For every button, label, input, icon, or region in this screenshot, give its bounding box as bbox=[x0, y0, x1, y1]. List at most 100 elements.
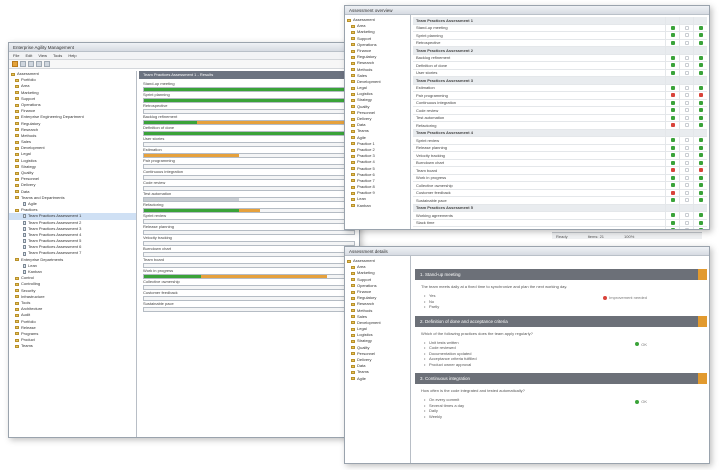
result-bar: Estimation bbox=[143, 147, 355, 158]
result-bar: Refactoring bbox=[143, 202, 355, 213]
expand-tag-icon[interactable] bbox=[698, 373, 707, 384]
check-icon bbox=[698, 123, 703, 128]
table-cell bbox=[679, 189, 693, 196]
table-row[interactable]: Continuous integration bbox=[413, 99, 707, 107]
save-icon[interactable] bbox=[28, 61, 34, 67]
folder-icon bbox=[351, 80, 355, 84]
table-row[interactable]: Collective ownership bbox=[413, 182, 707, 190]
folder-icon bbox=[351, 321, 355, 325]
folder-icon bbox=[351, 142, 355, 146]
menu-item[interactable]: File bbox=[13, 52, 19, 59]
tree-item[interactable]: Teams bbox=[9, 343, 136, 349]
result-bar: Burndown chart bbox=[143, 246, 355, 257]
table-cell bbox=[693, 114, 707, 121]
table-row[interactable]: Sprint planning bbox=[413, 32, 707, 40]
question-title-text: 2. Definition of done and acceptance cri… bbox=[420, 318, 508, 324]
table-row[interactable]: Slack time bbox=[413, 219, 707, 227]
empty-icon bbox=[684, 85, 689, 90]
folder-icon bbox=[351, 352, 355, 356]
table-row[interactable]: Team Practices Assessment 4 bbox=[413, 129, 707, 137]
check-icon bbox=[670, 25, 675, 30]
table-row[interactable]: Sprint review bbox=[413, 137, 707, 145]
table-cell bbox=[693, 197, 707, 204]
table-row[interactable]: Velocity tracking bbox=[413, 152, 707, 160]
folder-icon bbox=[351, 179, 355, 183]
table-row[interactable]: Pair programming bbox=[413, 92, 707, 100]
table-row[interactable]: Definition of done bbox=[413, 62, 707, 70]
folder-icon bbox=[351, 327, 355, 331]
main-tree[interactable]: Assessment Portfolio Area Marketing Support O… bbox=[9, 71, 137, 437]
table-row[interactable]: Test automation bbox=[413, 114, 707, 122]
table-row[interactable]: Backlog refinement bbox=[413, 54, 707, 62]
table-row[interactable]: Code review bbox=[413, 107, 707, 115]
detail-tree[interactable]: Assessment Area Marketing Support Operations… bbox=[345, 256, 411, 463]
answer-option[interactable]: Partly bbox=[415, 304, 707, 310]
expand-tag-icon[interactable] bbox=[698, 269, 707, 280]
table-cell bbox=[679, 39, 693, 46]
new-icon[interactable] bbox=[12, 61, 18, 67]
main-window: Enterprise Agility Management File Edit Vi… bbox=[8, 42, 360, 438]
tree-item[interactable]: Agile bbox=[345, 376, 410, 382]
table-cell-name: Backlog refinement bbox=[416, 55, 451, 61]
table-cell bbox=[679, 167, 693, 174]
table-row[interactable]: Innovation bbox=[413, 227, 707, 229]
table-cell bbox=[693, 219, 707, 226]
table-row[interactable]: Team Practices Assessment 2 bbox=[413, 47, 707, 55]
table-row[interactable]: Work in progress bbox=[413, 174, 707, 182]
folder-icon bbox=[351, 61, 355, 65]
table-row[interactable]: Retrospective bbox=[413, 39, 707, 47]
menu-item[interactable]: Tools bbox=[53, 52, 62, 59]
menu-item[interactable]: Edit bbox=[25, 52, 32, 59]
grid-tree[interactable]: Assessment Area Marketing Support Operations… bbox=[345, 15, 411, 229]
table-cell-name: Estimation bbox=[416, 85, 435, 91]
result-bar: Stand-up meeting bbox=[143, 81, 355, 92]
table-cell bbox=[693, 92, 707, 99]
result-note: OK bbox=[635, 399, 647, 404]
table-row[interactable]: Refactoring bbox=[413, 122, 707, 130]
table-cell-name: User stories bbox=[416, 70, 438, 76]
table-cell bbox=[693, 174, 707, 181]
menu-item[interactable]: View bbox=[38, 52, 47, 59]
tree-item[interactable]: Kanban bbox=[345, 203, 410, 209]
open-icon[interactable] bbox=[20, 61, 26, 67]
print-icon[interactable] bbox=[36, 61, 42, 67]
table-row[interactable]: Release planning bbox=[413, 144, 707, 152]
table-cell-name: Definition of done bbox=[416, 62, 448, 68]
expand-tag-icon[interactable] bbox=[698, 315, 707, 327]
empty-icon bbox=[684, 25, 689, 30]
refresh-icon[interactable] bbox=[44, 61, 50, 67]
folder-icon bbox=[351, 111, 355, 115]
empty-icon bbox=[684, 228, 689, 229]
folder-icon bbox=[15, 332, 19, 336]
table-row[interactable]: Customer feedback bbox=[413, 189, 707, 197]
folder-icon bbox=[347, 18, 351, 22]
check-icon bbox=[670, 153, 675, 158]
table-row[interactable]: Team Practices Assessment 5 bbox=[413, 204, 707, 212]
check-icon bbox=[698, 145, 703, 150]
folder-icon bbox=[351, 364, 355, 368]
table-row[interactable]: Stand-up meeting bbox=[413, 24, 707, 32]
table-row[interactable]: Team Practices Assessment 3 bbox=[413, 77, 707, 85]
table-row[interactable]: Team board bbox=[413, 167, 707, 175]
menu-item[interactable]: Help bbox=[68, 52, 76, 59]
table-row[interactable]: Working agreements bbox=[413, 212, 707, 220]
cross-icon bbox=[670, 190, 675, 195]
table-row[interactable]: Burndown chart bbox=[413, 159, 707, 167]
answer-option[interactable]: Product owner approval bbox=[415, 362, 707, 368]
result-bar: Code review bbox=[143, 180, 355, 191]
empty-icon bbox=[684, 55, 689, 60]
table-row[interactable]: Estimation bbox=[413, 84, 707, 92]
folder-icon bbox=[15, 91, 19, 95]
table-cell bbox=[665, 69, 679, 76]
table-cell bbox=[665, 129, 679, 136]
table-cell bbox=[693, 182, 707, 189]
check-icon bbox=[698, 198, 703, 203]
table-row[interactable]: User stories bbox=[413, 69, 707, 77]
table-row[interactable]: Team Practices Assessment 1 bbox=[413, 17, 707, 25]
table-cell bbox=[693, 137, 707, 144]
table-cell bbox=[665, 114, 679, 121]
table-cell-name: Code review bbox=[416, 107, 439, 113]
answer-option[interactable]: Weekly bbox=[415, 414, 707, 420]
result-note-text: OK bbox=[641, 341, 647, 347]
table-row[interactable]: Sustainable pace bbox=[413, 197, 707, 205]
